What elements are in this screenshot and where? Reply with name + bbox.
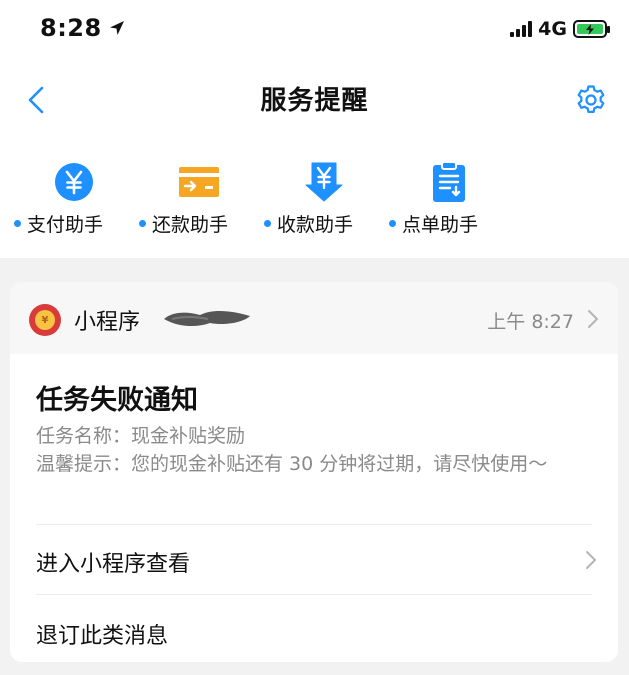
page-title: 服务提醒 xyxy=(260,86,369,116)
clipboard-order-icon xyxy=(427,160,471,204)
redacted-name-smudge xyxy=(164,310,250,327)
gear-icon xyxy=(577,85,605,113)
yuan-coin-icon: ¥ xyxy=(35,310,55,330)
notification-card: ¥ 小程序 上午 8:27 任务失败通知 任务名称：现金补贴奖励 温馨提示：您的… xyxy=(10,282,618,662)
shortcut-label-text: 收款助手 xyxy=(277,214,354,236)
unread-dot xyxy=(14,220,21,227)
shortcut-label: 收款助手 xyxy=(264,210,353,237)
header-area: 8:28 4G 服务提醒 支付助手 还款助手 收款助手 点单助手 xyxy=(0,0,629,258)
shortcut-label: 点单助手 xyxy=(389,210,478,237)
divider xyxy=(36,594,592,595)
shortcut-label-text: 点单助手 xyxy=(402,214,479,236)
settings-button[interactable] xyxy=(573,82,609,118)
chevron-right-icon xyxy=(586,551,596,569)
status-time: 8:28 xyxy=(40,14,126,42)
tip-line: 温馨提示：您的现金补贴还有 30 分钟将过期，请尽快使用～ xyxy=(36,453,548,475)
network-type: 4G xyxy=(538,18,567,40)
yuan-circle-icon xyxy=(52,160,96,204)
unread-dot xyxy=(264,220,271,227)
card-repay-icon xyxy=(177,160,221,204)
card-header[interactable]: ¥ 小程序 上午 8:27 xyxy=(10,282,618,354)
notification-title: 任务失败通知 xyxy=(36,385,198,416)
message-time: 上午 8:27 xyxy=(487,311,574,333)
shortcut-label: 支付助手 xyxy=(14,210,103,237)
status-time-text: 8:28 xyxy=(40,14,102,42)
unread-dot xyxy=(389,220,396,227)
open-mini-program-button[interactable]: 进入小程序查看 xyxy=(36,546,190,578)
unsubscribe-button[interactable]: 退订此类消息 xyxy=(36,618,168,650)
chevron-right-icon xyxy=(588,310,598,328)
task-name-line: 任务名称：现金补贴奖励 xyxy=(36,425,246,447)
battery-icon xyxy=(573,20,610,38)
status-indicators: 4G xyxy=(510,18,610,40)
mini-program-avatar: ¥ xyxy=(29,304,61,336)
shortcut-label-text: 还款助手 xyxy=(152,214,229,236)
signal-icon xyxy=(510,21,533,37)
shortcut-order-assistant[interactable]: 点单助手 xyxy=(389,158,514,238)
shortcut-label-text: 支付助手 xyxy=(27,214,104,236)
shortcut-payment-assistant[interactable]: 支付助手 xyxy=(14,158,139,238)
location-arrow-icon xyxy=(109,21,124,35)
shortcut-repayment-assistant[interactable]: 还款助手 xyxy=(139,158,264,238)
mini-program-label: 小程序 xyxy=(74,310,141,335)
unread-dot xyxy=(139,220,146,227)
shortcut-label: 还款助手 xyxy=(139,210,228,237)
shortcut-receipt-assistant[interactable]: 收款助手 xyxy=(264,158,389,238)
assistant-shortcuts: 支付助手 还款助手 收款助手 点单助手 xyxy=(14,158,514,238)
divider xyxy=(36,524,592,525)
yuan-arrow-down-icon xyxy=(302,160,346,204)
